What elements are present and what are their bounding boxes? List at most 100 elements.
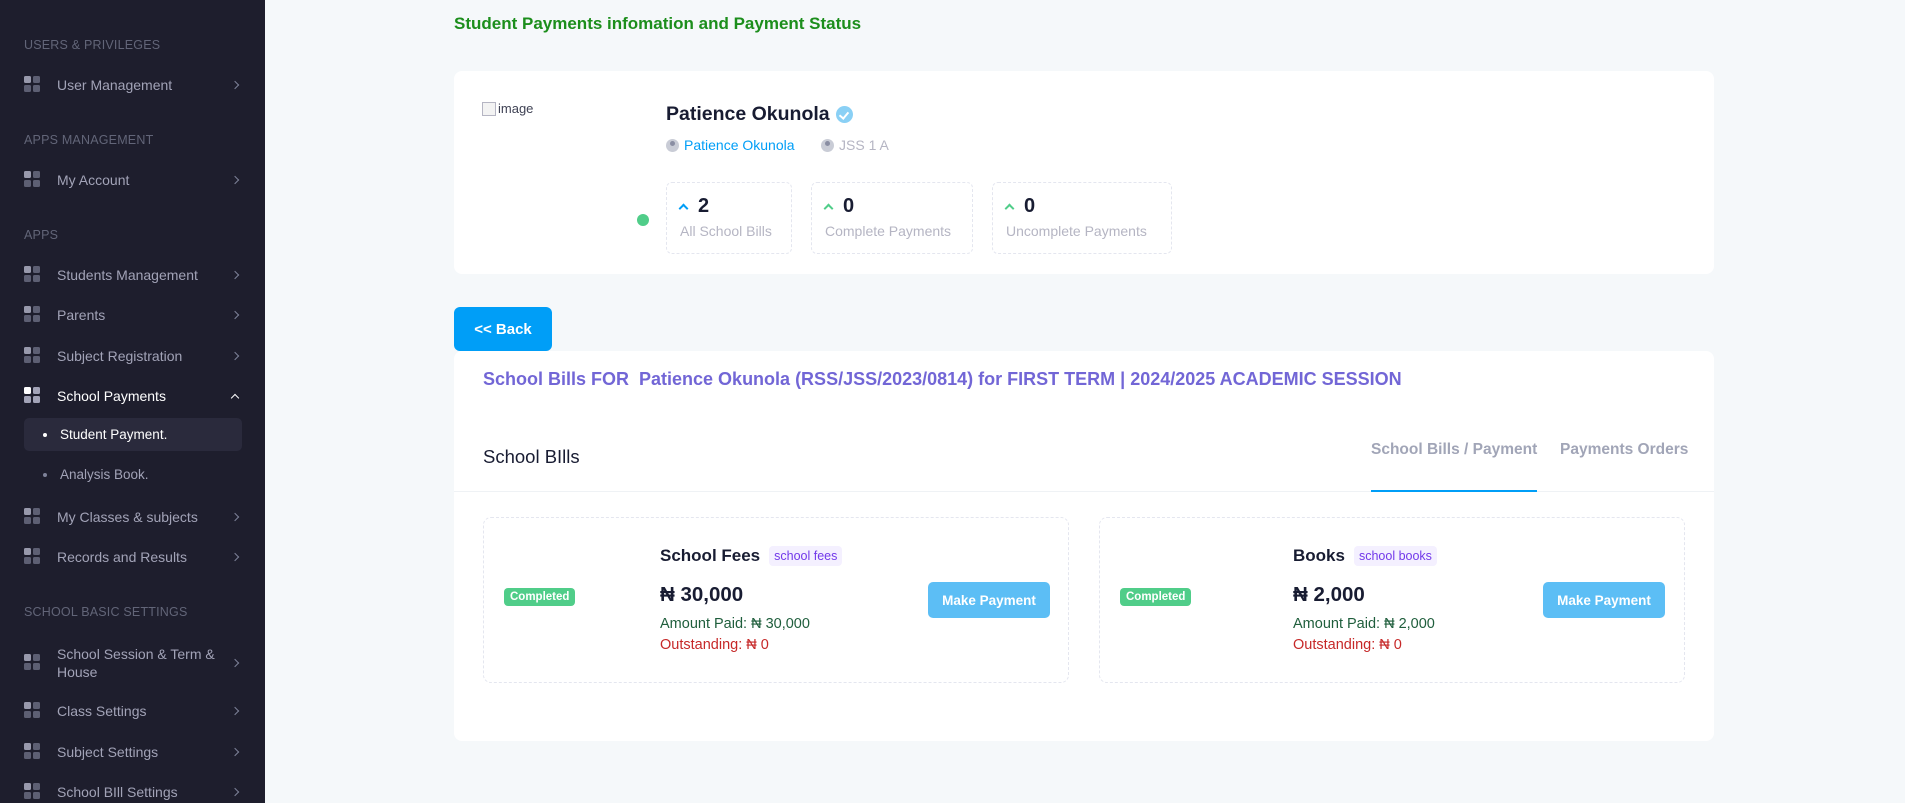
- stat-label: Complete Payments: [825, 223, 952, 239]
- sidebar-item-my-classes-subjects[interactable]: My Classes & subjects: [24, 502, 242, 532]
- stat-all-bills: 2 All School Bills: [666, 182, 792, 254]
- bill-tag: school fees: [769, 546, 843, 566]
- student-profile-card: image Patience Okunola Patience Okunola …: [454, 71, 1714, 274]
- section-school-basic-settings: SCHOOL BASIC SETTINGS: [24, 605, 188, 619]
- sidebar-subitem-analysis-book[interactable]: Analysis Book.: [24, 458, 242, 491]
- stat-label: Uncomplete Payments: [1006, 223, 1147, 239]
- chevron-up-icon: [230, 393, 240, 403]
- section-users-privileges: USERS & PRIVILEGES: [24, 38, 161, 52]
- grid-icon: [24, 266, 42, 284]
- sidebar-item-students-management[interactable]: Students Management: [24, 260, 242, 290]
- tab-payments-orders[interactable]: Payments Orders: [1560, 441, 1688, 492]
- make-payment-button[interactable]: Make Payment: [928, 582, 1050, 618]
- bill-amount: ₦ 30,000: [660, 583, 744, 606]
- grid-icon: [24, 306, 42, 324]
- sidebar: USERS & PRIVILEGES User Management APPS …: [0, 0, 265, 803]
- sidebar-item-label: Subject Registration: [57, 348, 183, 364]
- tab-school-bills-payment[interactable]: School Bills / Payment: [1371, 441, 1538, 492]
- sidebar-item-records-results[interactable]: Records and Results: [24, 542, 242, 572]
- chevron-right-icon: [230, 270, 240, 280]
- back-button[interactable]: << Back: [454, 307, 552, 351]
- arrow-up-icon: [1004, 203, 1015, 214]
- sidebar-item-session-term-house[interactable]: School Session & Term & House: [24, 643, 242, 683]
- sidebar-item-class-settings[interactable]: Class Settings: [24, 696, 242, 726]
- student-name-text: Patience Okunola: [666, 103, 830, 125]
- bills-title: School Bills FOR Patience Okunola (RSS/J…: [483, 369, 1402, 389]
- grid-icon: [24, 76, 42, 94]
- sidebar-item-label: My Account: [57, 172, 130, 188]
- sidebar-item-label: User Management: [57, 77, 173, 93]
- chevron-right-icon: [230, 747, 240, 757]
- sidebar-subitem-label: Analysis Book.: [60, 467, 149, 482]
- sidebar-item-parents[interactable]: Parents: [24, 300, 242, 330]
- grid-icon: [24, 702, 42, 720]
- bills-header: School BIlls School Bills / Payment Paym…: [454, 423, 1714, 492]
- chevron-right-icon: [230, 512, 240, 522]
- chevron-right-icon: [230, 787, 240, 797]
- bill-card-school-fees: Completed School Fees school fees ₦ 30,0…: [483, 517, 1069, 683]
- chevron-right-icon: [230, 351, 240, 361]
- bill-name-text: School Fees: [660, 546, 761, 565]
- sidebar-item-my-account[interactable]: My Account: [24, 165, 242, 195]
- sidebar-item-label: My Classes & subjects: [57, 509, 198, 525]
- student-class: JSS 1 A: [821, 137, 889, 153]
- stat-label: All School Bills: [680, 223, 772, 239]
- bill-name: School Fees school fees: [660, 546, 843, 566]
- chevron-right-icon: [230, 658, 240, 668]
- sidebar-item-label: School Session & Term & House: [57, 646, 215, 680]
- stat-value: 0: [843, 195, 855, 217]
- sidebar-subitem-student-payment[interactable]: Student Payment.: [24, 418, 242, 451]
- bill-amount: ₦ 2,000: [1293, 583, 1365, 606]
- page-title: Student Payments infomation and Payment …: [454, 14, 862, 33]
- grid-icon: [24, 387, 42, 405]
- chevron-right-icon: [230, 80, 240, 90]
- grid-icon: [24, 548, 42, 566]
- bullet-icon: [43, 472, 47, 477]
- grid-icon: [24, 743, 42, 761]
- student-class-text: JSS 1 A: [839, 137, 889, 153]
- grid-icon: [24, 508, 42, 526]
- sidebar-item-label: Parents: [57, 307, 106, 323]
- amount-paid: Amount Paid: ₦ 2,000: [1293, 616, 1435, 632]
- sidebar-item-school-payments[interactable]: School Payments: [24, 381, 242, 411]
- stat-complete-payments: 0 Complete Payments: [811, 182, 973, 254]
- student-profile-link[interactable]: Patience Okunola: [666, 137, 795, 153]
- verified-icon: [835, 106, 853, 123]
- bill-name: Books school books: [1293, 546, 1437, 566]
- stat-value: 2: [698, 195, 710, 217]
- grid-icon: [24, 654, 42, 672]
- student-photo-alt: image: [498, 101, 534, 116]
- grid-icon: [24, 347, 42, 365]
- user-icon: [666, 138, 679, 152]
- broken-image-icon: [482, 101, 496, 116]
- bill-tag: school books: [1353, 546, 1437, 566]
- student-photo: image: [482, 101, 533, 116]
- bills-heading: School BIlls: [483, 446, 580, 467]
- bill-name-text: Books: [1293, 546, 1345, 565]
- chevron-right-icon: [230, 706, 240, 716]
- chevron-right-icon: [230, 175, 240, 185]
- sidebar-item-label: Students Management: [57, 267, 198, 283]
- school-bills-card: School Bills FOR Patience Okunola (RSS/J…: [454, 351, 1714, 741]
- status-badge: Completed: [1120, 588, 1192, 606]
- sidebar-item-user-management[interactable]: User Management: [24, 70, 242, 100]
- status-badge: Completed: [504, 588, 576, 606]
- student-link-text: Patience Okunola: [684, 137, 795, 153]
- location-icon: [821, 138, 834, 152]
- make-payment-button[interactable]: Make Payment: [1543, 582, 1665, 618]
- section-apps-management: APPS MANAGEMENT: [24, 133, 154, 147]
- student-name: Patience Okunola: [666, 103, 853, 126]
- chevron-right-icon: [230, 310, 240, 320]
- sidebar-subitem-label: Student Payment.: [60, 427, 168, 442]
- section-apps: APPS: [24, 228, 59, 242]
- stat-value: 0: [1024, 195, 1036, 217]
- bill-card-books: Completed Books school books ₦ 2,000 Amo…: [1099, 517, 1685, 683]
- sidebar-item-label: School BIll Settings: [57, 784, 178, 800]
- sidebar-item-subject-registration[interactable]: Subject Registration: [24, 341, 242, 371]
- bullet-icon: [43, 432, 47, 437]
- sidebar-item-label: School Payments: [57, 388, 166, 404]
- amount-paid: Amount Paid: ₦ 30,000: [660, 616, 810, 632]
- arrow-up-icon: [823, 203, 834, 214]
- sidebar-item-subject-settings[interactable]: Subject Settings: [24, 737, 242, 767]
- sidebar-item-bill-settings[interactable]: School BIll Settings: [24, 777, 242, 803]
